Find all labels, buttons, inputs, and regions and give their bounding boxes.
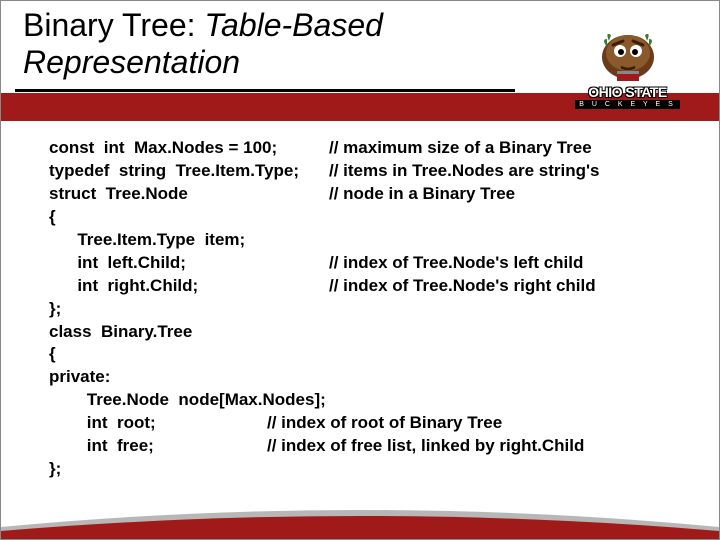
code-line: { xyxy=(49,343,689,366)
title-underline xyxy=(15,89,515,92)
code-line: Tree.Node node[Max.Nodes]; xyxy=(49,389,689,412)
logo-text: OHIO STATE xyxy=(588,85,666,99)
logo-subtext: B U C K E Y E S xyxy=(575,100,680,109)
code-line: const int Max.Nodes = 100;// maximum siz… xyxy=(49,137,689,160)
code-block: const int Max.Nodes = 100;// maximum siz… xyxy=(49,137,689,481)
ohio-state-logo: OHIO STATE B U C K E Y E S xyxy=(550,9,705,109)
bottom-decoration xyxy=(1,499,719,539)
title-line1-plain: Binary Tree: xyxy=(23,7,204,43)
code-line: Tree.Item.Type item; xyxy=(49,229,689,252)
title-line1-italic: Table-Based xyxy=(204,7,383,43)
code-line: typedef string Tree.Item.Type;// items i… xyxy=(49,160,689,183)
code-line: { xyxy=(49,206,689,229)
code-line: int right.Child;// index of Tree.Node's … xyxy=(49,275,689,298)
code-line: }; xyxy=(49,298,689,321)
code-line: private: xyxy=(49,366,689,389)
slide-title: Binary Tree: Table-Based Representation xyxy=(23,7,523,81)
slide-header: Binary Tree: Table-Based Representation xyxy=(1,1,719,111)
code-line: class Binary.Tree xyxy=(49,321,689,344)
slide: Binary Tree: Table-Based Representation xyxy=(0,0,720,540)
code-line: struct Tree.Node// node in a Binary Tree xyxy=(49,183,689,206)
code-line: int root;// index of root of Binary Tree xyxy=(49,412,689,435)
buckeye-mascot-icon xyxy=(593,25,663,83)
code-line: }; xyxy=(49,458,689,481)
title-line2: Representation xyxy=(23,44,240,80)
code-line: int free;// index of free list, linked b… xyxy=(49,435,689,458)
code-line: int left.Child;// index of Tree.Node's l… xyxy=(49,252,689,275)
